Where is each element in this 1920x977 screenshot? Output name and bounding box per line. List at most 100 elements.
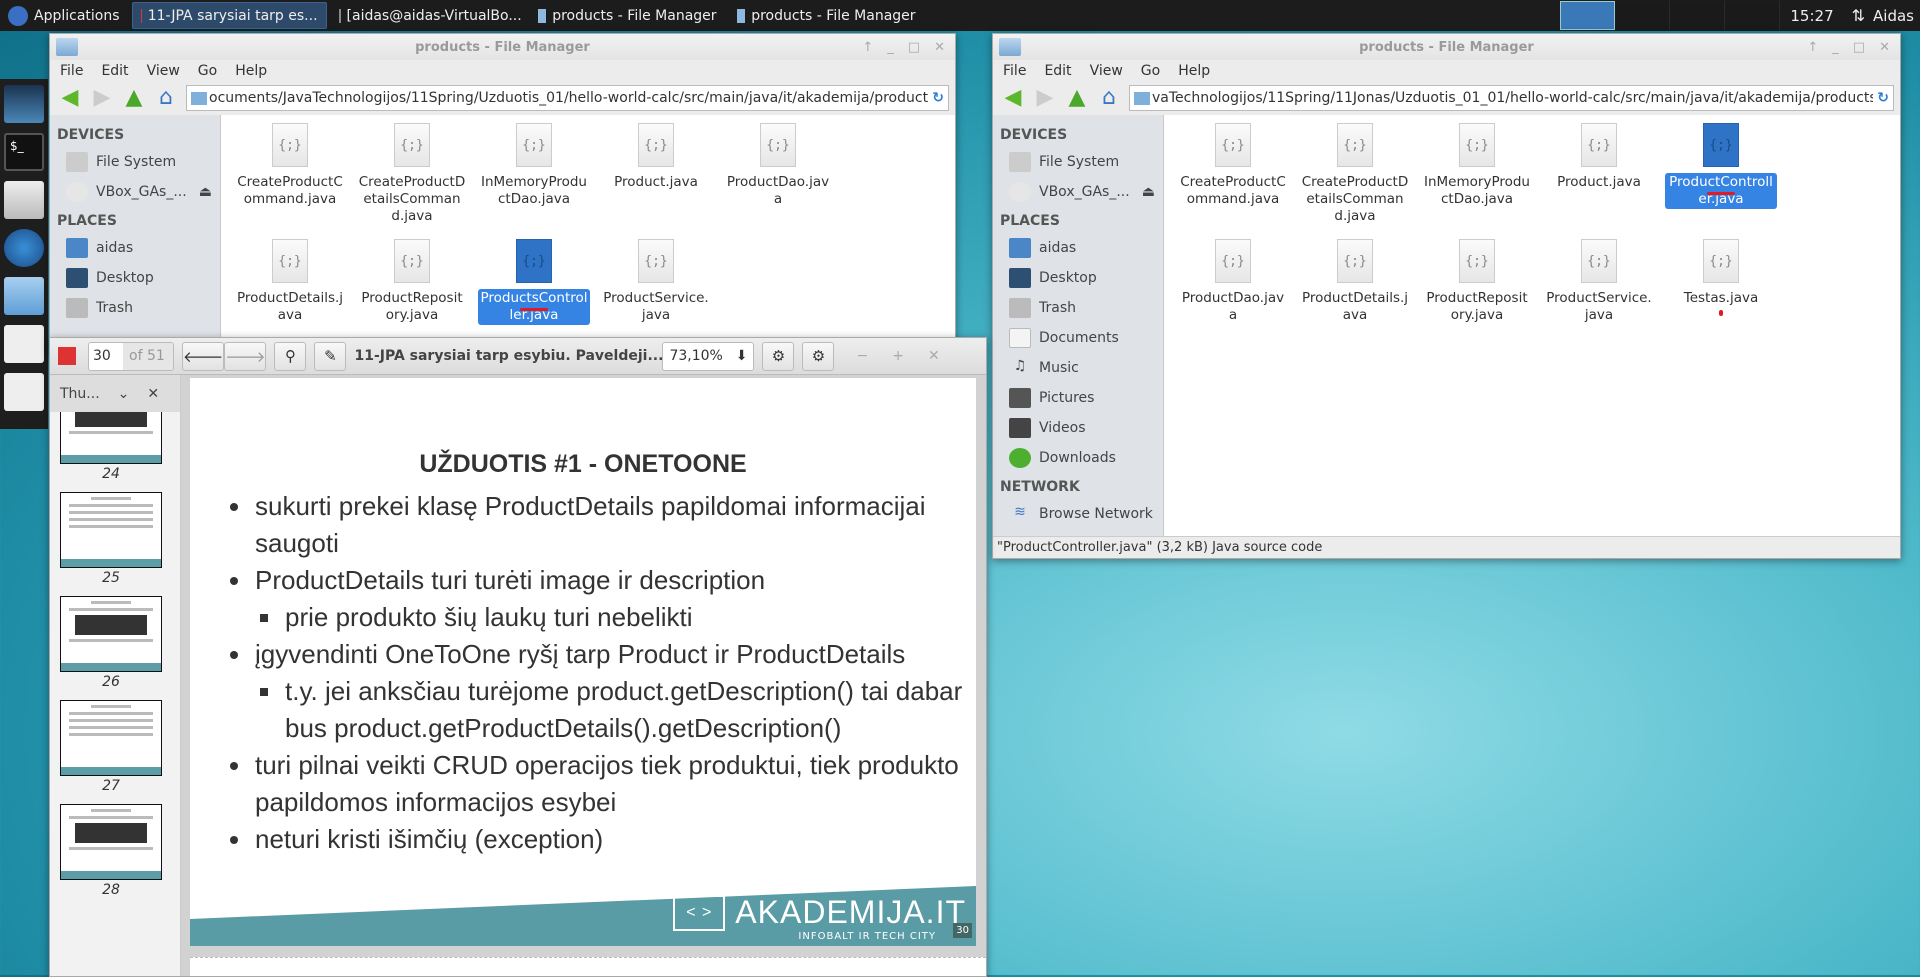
sidebar-item-pictures[interactable]: Pictures [993, 383, 1163, 413]
page-number-input[interactable]: 30 of 51 [88, 341, 174, 371]
file-item[interactable]: {;} ProductDetails.java [229, 239, 351, 347]
taskbar-item-file-manager[interactable]: products - File Manager [530, 2, 725, 29]
page-thumbnail[interactable] [60, 700, 162, 776]
taskbar-item-file-manager[interactable]: products - File Manager [729, 2, 924, 29]
menu-view[interactable]: View [1090, 63, 1123, 79]
taskbar-item-pdf[interactable]: 11-JPA sarysiai tarp es... [131, 2, 327, 29]
sidebar-item-vbox[interactable]: VBox_GAs_... ⏏ [50, 177, 220, 207]
sidebar-item-desktop[interactable]: Desktop [50, 263, 220, 293]
menu-view[interactable]: View [147, 63, 180, 79]
eject-icon[interactable]: ⏏ [1142, 184, 1155, 200]
title-bar[interactable]: products - File Manager ↑ _ □ ✕ [993, 34, 1900, 60]
minimize-button[interactable]: _ [887, 40, 894, 55]
location-bar[interactable]: ocuments/JavaTechnologijos/11Spring/Uzdu… [186, 85, 949, 111]
forward-icon[interactable]: ▶ [90, 86, 114, 110]
file-item[interactable]: {;} ProductDetails.java [1294, 239, 1416, 347]
maximize-button[interactable]: □ [1853, 40, 1865, 55]
file-item[interactable]: {;} ProductRepository.java [1416, 239, 1538, 347]
forward-icon[interactable]: ▶ [1033, 86, 1057, 110]
close-button[interactable]: ✕ [1879, 40, 1890, 55]
workspace-4[interactable] [1725, 1, 1781, 30]
maximize-button[interactable]: + [892, 348, 904, 364]
desktop-icon[interactable] [4, 85, 44, 123]
app-store-icon[interactable] [4, 325, 44, 363]
page-thumbnail[interactable] [60, 596, 162, 672]
file-item[interactable]: {;} ProductDao.java [1172, 239, 1294, 347]
user-menu[interactable]: Aidas [1873, 7, 1920, 25]
folder-icon[interactable] [4, 277, 44, 315]
menu-file[interactable]: File [1003, 63, 1026, 79]
reload-icon[interactable]: ↻ [928, 90, 948, 106]
sidebar-item-browse-network[interactable]: ≋ Browse Network [993, 499, 1163, 529]
minimize-button[interactable]: _ [1832, 40, 1839, 55]
chevron-down-icon[interactable]: ⌄ [118, 386, 130, 402]
file-item[interactable]: {;} Product.java [595, 123, 717, 231]
page-thumbnail[interactable] [60, 492, 162, 568]
terminal-icon[interactable]: $_ [4, 133, 44, 171]
title-bar[interactable]: products - File Manager ↑ _ □ ✕ [50, 34, 955, 60]
file-item[interactable]: {;} ProductController.java [1660, 123, 1782, 231]
workspace-2[interactable] [1615, 1, 1671, 30]
file-item[interactable]: {;} ProductDao.java [717, 123, 839, 231]
network-icon[interactable]: ⇅ [1844, 6, 1873, 25]
sidebar-item-vbox[interactable]: VBox_GAs_... ⏏ [993, 177, 1163, 207]
search-button[interactable]: ⚲ [274, 341, 307, 371]
home-folder-icon[interactable] [4, 181, 44, 219]
menu-file[interactable]: File [60, 63, 83, 79]
menu-help[interactable]: Help [235, 63, 267, 79]
sidebar-item-aidas[interactable]: aidas [50, 233, 220, 263]
file-item[interactable]: {;} ProductService.java [595, 239, 717, 347]
file-item[interactable]: {;} ProductRepository.java [351, 239, 473, 347]
menu-help[interactable]: Help [1178, 63, 1210, 79]
close-icon[interactable]: ✕ [147, 386, 159, 402]
home-icon[interactable]: ⌂ [1097, 86, 1121, 110]
menu-go[interactable]: Go [1141, 63, 1160, 79]
next-page-button[interactable]: 🡒 [224, 341, 267, 371]
menu-gear-button[interactable]: ⚙ [802, 341, 835, 371]
workspace-1[interactable] [1560, 1, 1616, 30]
previous-page-button[interactable]: 🡐 [182, 341, 225, 371]
sidebar-item-desktop[interactable]: Desktop [993, 263, 1163, 293]
applications-menu[interactable]: Applications [0, 2, 128, 29]
file-item[interactable]: {;} ProductService.java [1538, 239, 1660, 347]
close-button[interactable]: ✕ [928, 348, 940, 364]
pin-icon[interactable]: ↑ [1807, 40, 1818, 55]
taskbar-item-terminal[interactable]: [aidas@aidas-VirtualBo... [331, 2, 526, 29]
maximize-button[interactable]: □ [908, 40, 920, 55]
file-item[interactable]: {;} InMemoryProductDao.java [1416, 123, 1538, 231]
settings-button[interactable]: ⚙ [762, 341, 795, 371]
web-browser-icon[interactable] [4, 229, 44, 267]
file-item[interactable]: {;} Product.java [1538, 123, 1660, 231]
workspace-3[interactable] [1670, 1, 1726, 30]
sidebar-item-trash[interactable]: Trash [993, 293, 1163, 323]
menu-edit[interactable]: Edit [1044, 63, 1071, 79]
reload-icon[interactable]: ↻ [1873, 90, 1893, 106]
sidebar-item-documents[interactable]: Documents [993, 323, 1163, 353]
menu-go[interactable]: Go [198, 63, 217, 79]
file-item[interactable]: {;} ProductsController.java [473, 239, 595, 347]
file-item[interactable]: {;} InMemoryProductDao.java [473, 123, 595, 231]
workspace-switcher[interactable] [1560, 1, 1781, 30]
sidebar-item-videos[interactable]: Videos [993, 413, 1163, 443]
clock[interactable]: 15:27 [1780, 7, 1843, 25]
up-icon[interactable]: ▲ [1065, 86, 1089, 110]
file-item[interactable]: {;} CreateProductDetailsCommand.java [351, 123, 473, 231]
close-button[interactable]: ✕ [934, 40, 945, 55]
page-thumbnail[interactable] [60, 804, 162, 880]
sidebar-item-file-system[interactable]: File System [993, 147, 1163, 177]
back-icon[interactable]: ◀ [1001, 86, 1025, 110]
eject-icon[interactable]: ⏏ [199, 184, 212, 200]
minimize-button[interactable]: − [856, 348, 868, 364]
up-icon[interactable]: ▲ [122, 86, 146, 110]
file-item[interactable]: {;} Testas.java [1660, 239, 1782, 347]
home-icon[interactable]: ⌂ [154, 86, 178, 110]
annotate-button[interactable]: ✎ [314, 341, 347, 371]
sidebar-item-downloads[interactable]: Downloads [993, 443, 1163, 473]
pin-icon[interactable]: ↑ [862, 40, 873, 55]
file-item[interactable]: {;} CreateProductCommand.java [229, 123, 351, 231]
back-icon[interactable]: ◀ [58, 86, 82, 110]
menu-edit[interactable]: Edit [101, 63, 128, 79]
sidebar-item-trash[interactable]: Trash [50, 293, 220, 323]
archive-icon[interactable] [4, 373, 44, 411]
sidebar-item-music[interactable]: ♫ Music [993, 353, 1163, 383]
